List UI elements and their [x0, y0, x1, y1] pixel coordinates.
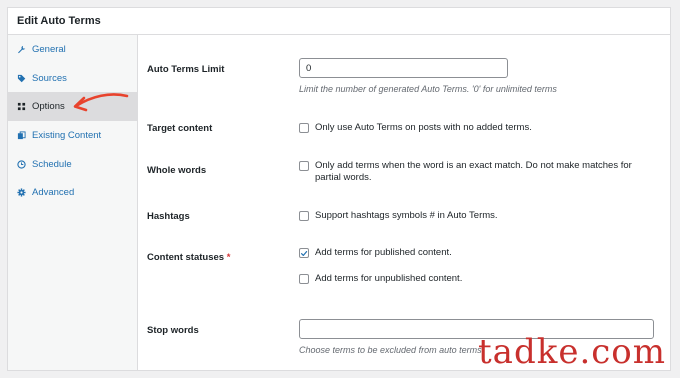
whole-words-checkbox[interactable] [299, 161, 309, 171]
sidebar-item-label: Schedule [32, 158, 72, 170]
stop-words-input[interactable] [299, 319, 654, 339]
sidebar-item-label: Advanced [32, 187, 75, 199]
clock-icon [16, 159, 26, 169]
published-content-checkbox[interactable] [299, 248, 309, 258]
hashtags-checkbox-label: Support hashtags symbols # in Auto Terms… [315, 210, 498, 221]
stop-words-label: Stop words [147, 325, 199, 336]
sidebar-item-schedule[interactable]: Schedule [8, 150, 137, 179]
target-content-checkbox-label: Only use Auto Terms on posts with no add… [315, 122, 532, 133]
sidebar-item-advanced[interactable]: Advanced [8, 178, 137, 207]
auto-terms-limit-description: Limit the number of generated Auto Terms… [299, 84, 557, 94]
sidebar-item-options[interactable]: Options [8, 92, 137, 122]
sidebar-item-existing-content[interactable]: Existing Content [8, 121, 137, 150]
whole-words-option[interactable]: Only add terms when the word is an exact… [299, 160, 632, 184]
required-asterisk: * [226, 252, 231, 263]
hashtags-label: Hashtags [147, 211, 190, 222]
sidebar-item-label: Sources [32, 72, 67, 84]
sidebar-item-general[interactable]: General [8, 35, 137, 64]
unpublished-content-checkbox-label: Add terms for unpublished content. [315, 273, 463, 284]
copy-icon [16, 130, 26, 140]
auto-terms-limit-input[interactable] [299, 58, 508, 78]
stop-words-description: Choose terms to be excluded from auto te… [299, 345, 485, 355]
grid-icon [16, 102, 26, 112]
content-statuses-label: Content statuses * [147, 252, 230, 263]
whole-words-text-line1: Only add terms when the word is an exact… [315, 160, 632, 171]
unpublished-content-checkbox[interactable] [299, 274, 309, 284]
edit-auto-terms-panel: Edit Auto Terms General Sources Options … [7, 7, 671, 371]
options-content: Auto Terms Limit Limit the number of gen… [138, 35, 670, 370]
published-content-checkbox-label: Add terms for published content. [315, 247, 452, 258]
sidebar-item-label: General [32, 43, 66, 55]
target-content-checkbox[interactable] [299, 123, 309, 133]
auto-terms-limit-label: Auto Terms Limit [147, 64, 225, 75]
whole-words-label: Whole words [147, 165, 207, 176]
target-content-label: Target content [147, 123, 213, 134]
options-sidebar: General Sources Options Existing Content… [8, 35, 138, 370]
gear-icon [16, 188, 26, 198]
sidebar-item-sources[interactable]: Sources [8, 64, 137, 93]
content-status-published-option[interactable]: Add terms for published content. [299, 247, 452, 259]
panel-title: Edit Auto Terms [8, 8, 670, 35]
content-status-unpublished-option[interactable]: Add terms for unpublished content. [299, 273, 462, 285]
content-statuses-label-text: Content statuses [147, 252, 225, 263]
wrench-icon [16, 44, 26, 54]
whole-words-checkbox-label: Only add terms when the word is an exact… [315, 160, 632, 184]
target-content-option[interactable]: Only use Auto Terms on posts with no add… [299, 122, 532, 134]
tag-icon [16, 73, 26, 83]
hashtags-checkbox[interactable] [299, 211, 309, 221]
hashtags-option[interactable]: Support hashtags symbols # in Auto Terms… [299, 210, 498, 222]
sidebar-item-label: Existing Content [32, 129, 102, 141]
sidebar-item-label: Options [32, 101, 65, 113]
checkmark-icon [301, 250, 308, 256]
whole-words-text-line2: partial words. [315, 172, 372, 183]
